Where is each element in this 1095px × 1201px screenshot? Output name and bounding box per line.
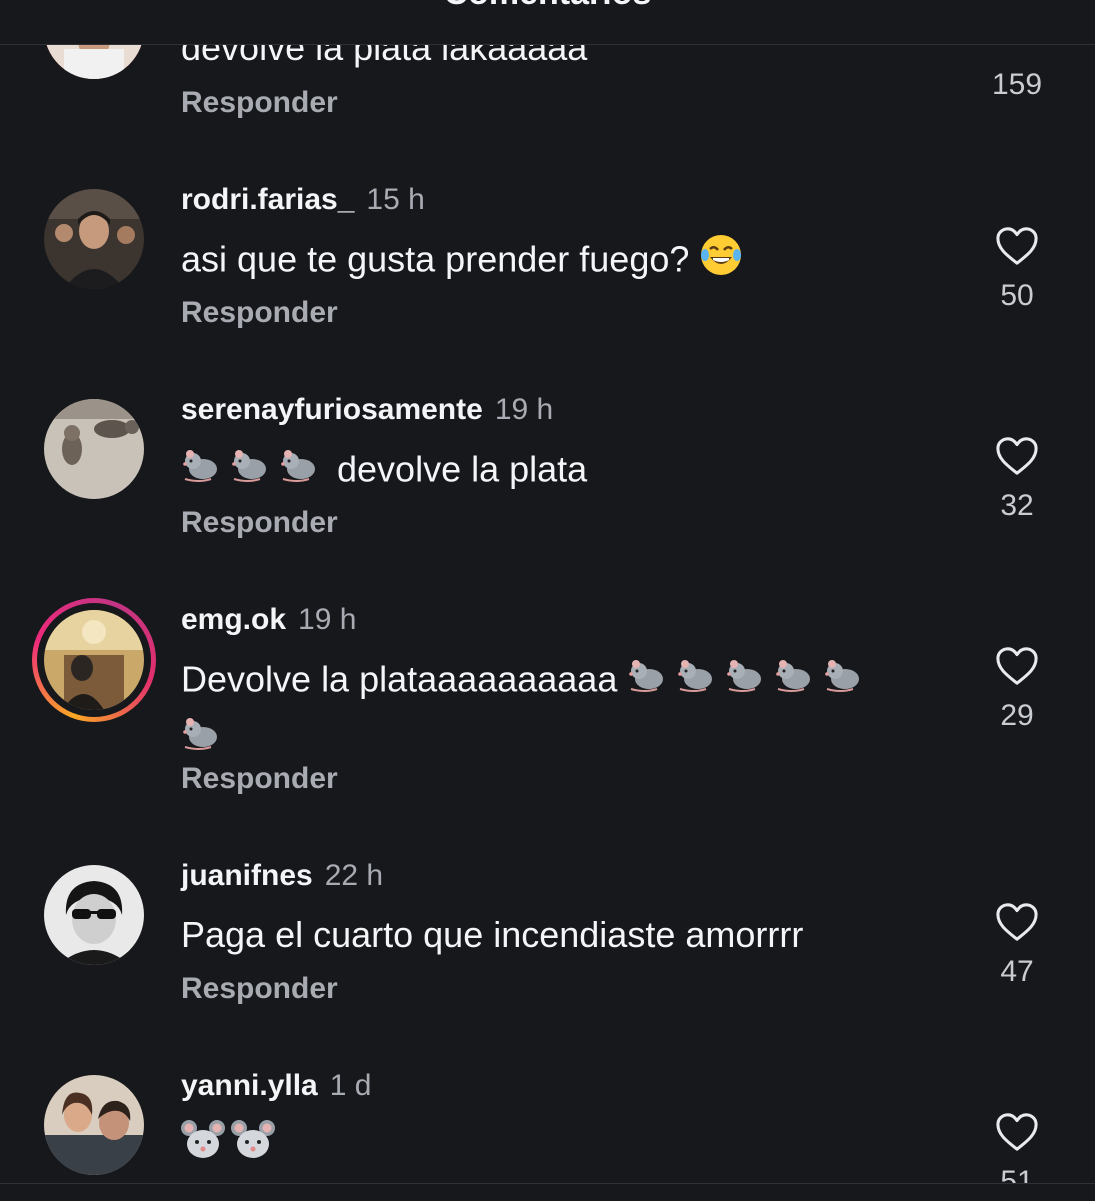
mouse-face-emoji-icon	[181, 1118, 277, 1176]
like-count: 159	[991, 68, 1043, 101]
header-title: Comentarios	[0, 0, 1095, 13]
username[interactable]: yanni.ylla	[181, 1069, 318, 1102]
timestamp: 22 h	[324, 859, 384, 892]
timestamp: 15 h	[366, 183, 425, 216]
rat-emoji-icon	[181, 711, 229, 769]
comment-meta: yanni.ylla 1 d	[181, 1069, 371, 1103]
reply-button[interactable]: Responder	[181, 86, 338, 120]
comment-meta: serenayfuriosamente 19 h	[181, 393, 553, 427]
avatar[interactable]	[44, 1075, 144, 1175]
avatar[interactable]	[44, 865, 144, 965]
like-area: 159	[985, 40, 1049, 102]
reply-button[interactable]: Responder	[181, 296, 338, 330]
username[interactable]: juanifnes	[181, 859, 313, 892]
like-count: 47	[1000, 955, 1034, 988]
avatar[interactable]	[44, 610, 144, 710]
comment-text-row: devolve la plata	[181, 443, 941, 501]
comments-header: Comentarios	[0, 0, 1095, 45]
like-area: 47	[985, 901, 1049, 989]
like-count: 29	[1000, 699, 1034, 732]
heart-outline-icon[interactable]	[994, 1111, 1040, 1153]
comment-meta: rodri.farias_ 15 h	[181, 183, 425, 217]
like-area: 32	[985, 435, 1049, 523]
timestamp: 1 d	[329, 1069, 372, 1102]
username[interactable]: rodri.farias_	[181, 183, 354, 216]
tears-of-joy-emoji-icon	[699, 233, 743, 291]
timestamp: 19 h	[298, 603, 357, 636]
heart-outline-icon[interactable]	[994, 435, 1040, 477]
avatar[interactable]	[44, 189, 144, 289]
comment-text-row: Devolve la plataaaaaaaaaa	[181, 653, 941, 769]
like-area: 50	[985, 225, 1049, 313]
heart-outline-icon[interactable]	[994, 225, 1040, 267]
comment-meta: juanifnes 22 h	[181, 859, 383, 893]
username[interactable]: emg.ok	[181, 603, 286, 636]
username[interactable]: serenayfuriosamente	[181, 393, 483, 426]
comment-text: Devolve la plataaaaaaaaaa	[181, 658, 618, 700]
like-count: 32	[1000, 489, 1034, 522]
like-area: 29	[985, 645, 1049, 733]
avatar[interactable]	[44, 399, 144, 499]
reply-button[interactable]: Responder	[181, 972, 338, 1006]
comment-text: devolve la plata	[337, 448, 588, 490]
timestamp: 19 h	[494, 393, 554, 426]
comment-text: asi que te gusta prender fuego?	[181, 238, 690, 280]
heart-outline-icon[interactable]	[994, 901, 1040, 943]
rat-emoji-icon	[181, 443, 327, 501]
reply-button[interactable]: Responder	[181, 762, 338, 796]
comment-text: Paga el cuarto que incendiaste amorrrr	[181, 914, 804, 955]
heart-outline-icon[interactable]	[994, 645, 1040, 687]
bottom-divider	[0, 1183, 1095, 1201]
comment-meta: emg.ok 19 h	[181, 603, 356, 637]
rat-emoji-icon	[627, 653, 873, 711]
comment-text-row	[181, 1118, 941, 1176]
reply-button[interactable]: Responder	[181, 506, 338, 540]
like-count: 50	[1000, 279, 1034, 312]
comment-text-row: asi que te gusta prender fuego?	[181, 233, 941, 291]
